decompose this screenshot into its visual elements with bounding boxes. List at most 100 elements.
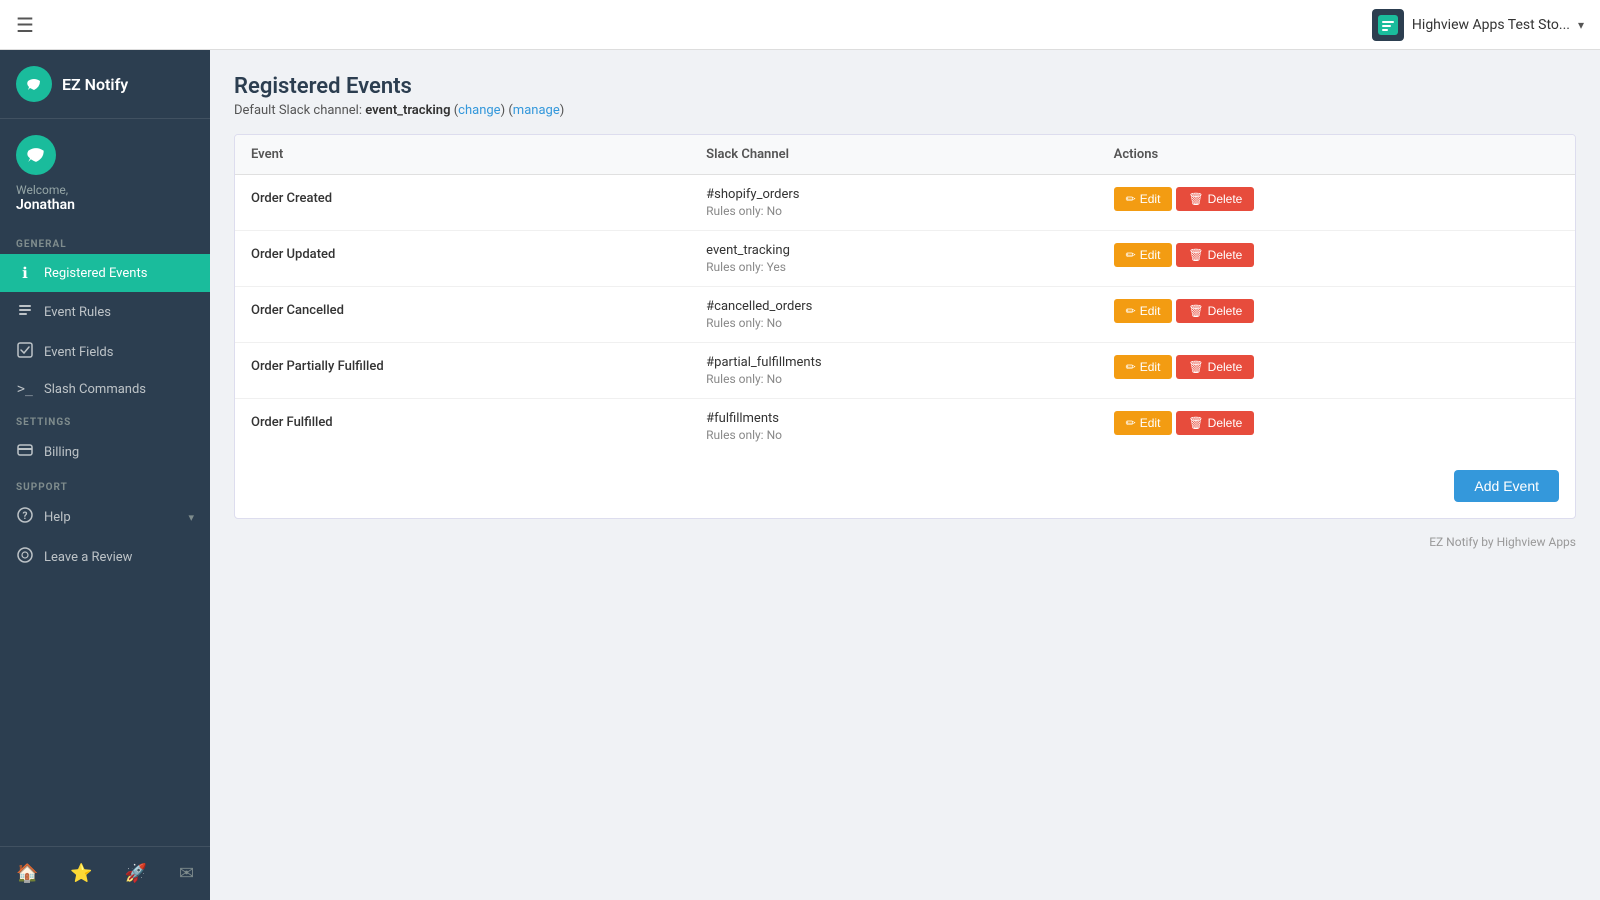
edit-button[interactable]: ✏ Edit	[1114, 299, 1173, 323]
sidebar-item-event-rules[interactable]: Event Rules	[0, 292, 210, 332]
sidebar-item-label: Event Fields	[44, 345, 113, 360]
table-header-row: Event Slack Channel Actions	[235, 135, 1575, 175]
sidebar-item-leave-review[interactable]: Leave a Review	[0, 537, 210, 577]
help-icon: ?	[16, 507, 34, 527]
section-label-support: SUPPORT	[0, 472, 210, 497]
edit-button[interactable]: ✏ Edit	[1114, 187, 1173, 211]
events-table-container: Event Slack Channel Actions Order Create…	[234, 134, 1576, 519]
sidebar-item-help[interactable]: ? Help ▾	[0, 497, 210, 537]
channel-cell: #cancelled_orders Rules only: No	[690, 287, 1098, 343]
delete-button[interactable]: 🗑 Delete	[1176, 187, 1254, 211]
table-row: Order Partially Fulfilled #partial_fulfi…	[235, 343, 1575, 399]
rules-only: Rules only: No	[706, 316, 1082, 330]
app-title: EZ Notify	[62, 75, 128, 94]
pencil-icon: ✏	[1126, 416, 1136, 430]
svg-text:?: ?	[23, 511, 28, 522]
sidebar-item-label: Billing	[44, 445, 79, 460]
sidebar-item-label: Event Rules	[44, 305, 111, 320]
store-selector[interactable]: Highview Apps Test Sto... ▾	[1372, 9, 1584, 41]
pencil-icon: ✏	[1126, 304, 1136, 318]
page-header: Registered Events Default Slack channel:…	[234, 74, 1576, 118]
section-label-general: GENERAL	[0, 229, 210, 254]
edit-button[interactable]: ✏ Edit	[1114, 355, 1173, 379]
manage-link[interactable]: manage	[513, 103, 560, 118]
channel-cell: #shopify_orders Rules only: No	[690, 175, 1098, 231]
hamburger-icon[interactable]: ☰	[16, 13, 34, 37]
trash-icon: 🗑	[1188, 248, 1203, 262]
mail-footer-icon[interactable]: ✉	[171, 855, 202, 892]
actions-cell: ✏ Edit 🗑 Delete	[1098, 287, 1575, 343]
actions-cell: ✏ Edit 🗑 Delete	[1098, 231, 1575, 287]
page-credit: EZ Notify by Highview Apps	[234, 519, 1576, 549]
welcome-label: Welcome,	[16, 183, 194, 197]
rocket-footer-icon[interactable]: 🚀	[117, 855, 155, 892]
main-content: Registered Events Default Slack channel:…	[210, 50, 1600, 900]
app-logo	[16, 66, 52, 102]
event-cell: Order Updated	[235, 231, 690, 287]
rules-only: Rules only: No	[706, 372, 1082, 386]
actions-cell: ✏ Edit 🗑 Delete	[1098, 175, 1575, 231]
channel-name: event_tracking	[706, 243, 1082, 258]
edit-button[interactable]: ✏ Edit	[1114, 243, 1173, 267]
billing-icon	[16, 442, 34, 462]
add-event-button[interactable]: Add Event	[1454, 470, 1559, 502]
sidebar-item-event-fields[interactable]: Event Fields	[0, 332, 210, 372]
events-table: Event Slack Channel Actions Order Create…	[235, 135, 1575, 454]
sidebar-item-label: Slash Commands	[44, 382, 146, 397]
col-event: Event	[235, 135, 690, 175]
store-name-label: Highview Apps Test Sto...	[1412, 17, 1570, 33]
event-cell: Order Created	[235, 175, 690, 231]
channel-name: #fulfillments	[706, 411, 1082, 426]
table-row: Order Created #shopify_orders Rules only…	[235, 175, 1575, 231]
event-name: Order Updated	[251, 247, 335, 262]
chevron-down-icon: ▾	[1578, 18, 1584, 32]
sidebar-item-label: Leave a Review	[44, 550, 132, 565]
trash-icon: 🗑	[1188, 192, 1203, 206]
event-name: Order Cancelled	[251, 303, 344, 318]
event-cell: Order Partially Fulfilled	[235, 343, 690, 399]
col-actions: Actions	[1098, 135, 1575, 175]
channel-cell: #fulfillments Rules only: No	[690, 399, 1098, 455]
pencil-icon: ✏	[1126, 360, 1136, 374]
delete-button[interactable]: 🗑 Delete	[1176, 355, 1254, 379]
event-name: Order Partially Fulfilled	[251, 359, 384, 374]
change-link[interactable]: change	[458, 103, 500, 118]
pencil-icon: ✏	[1126, 192, 1136, 206]
delete-button[interactable]: 🗑 Delete	[1176, 411, 1254, 435]
sidebar-header: EZ Notify	[0, 50, 210, 119]
channel-name: #partial_fulfillments	[706, 355, 1082, 370]
rules-only: Rules only: No	[706, 428, 1082, 442]
edit-button[interactable]: ✏ Edit	[1114, 411, 1173, 435]
event-cell: Order Cancelled	[235, 287, 690, 343]
store-avatar	[1372, 9, 1404, 41]
channel-name: #cancelled_orders	[706, 299, 1082, 314]
delete-button[interactable]: 🗑 Delete	[1176, 299, 1254, 323]
home-footer-icon[interactable]: 🏠	[8, 855, 46, 892]
sidebar-item-slash-commands[interactable]: >_ Slash Commands	[0, 372, 210, 407]
star-footer-icon[interactable]: ⭐	[62, 855, 100, 892]
trash-icon: 🗑	[1188, 416, 1203, 430]
slash-icon: >_	[16, 382, 34, 397]
help-chevron-icon: ▾	[188, 511, 194, 524]
section-label-settings: SETTINGS	[0, 407, 210, 432]
sidebar-item-billing[interactable]: Billing	[0, 432, 210, 472]
channel-name: #shopify_orders	[706, 187, 1082, 202]
delete-button[interactable]: 🗑 Delete	[1176, 243, 1254, 267]
topbar: ☰ Highview Apps Test Sto... ▾	[0, 0, 1600, 50]
actions-cell: ✏ Edit 🗑 Delete	[1098, 399, 1575, 455]
trash-icon: 🗑	[1188, 304, 1203, 318]
channel-cell: event_tracking Rules only: Yes	[690, 231, 1098, 287]
event-cell: Order Fulfilled	[235, 399, 690, 455]
rules-only: Rules only: No	[706, 204, 1082, 218]
page-subtitle: Default Slack channel: event_tracking (c…	[234, 103, 1576, 118]
sidebar-item-registered-events[interactable]: ℹ Registered Events	[0, 254, 210, 292]
channel-cell: #partial_fulfillments Rules only: No	[690, 343, 1098, 399]
review-icon	[16, 547, 34, 567]
list-icon	[16, 302, 34, 322]
info-icon: ℹ	[16, 264, 34, 282]
event-name: Order Created	[251, 191, 332, 206]
user-avatar	[16, 135, 56, 175]
sidebar: EZ Notify Welcome, Jonathan GENERAL ℹ Re…	[0, 50, 210, 900]
event-name: Order Fulfilled	[251, 415, 333, 430]
table-row: Order Cancelled #cancelled_orders Rules …	[235, 287, 1575, 343]
